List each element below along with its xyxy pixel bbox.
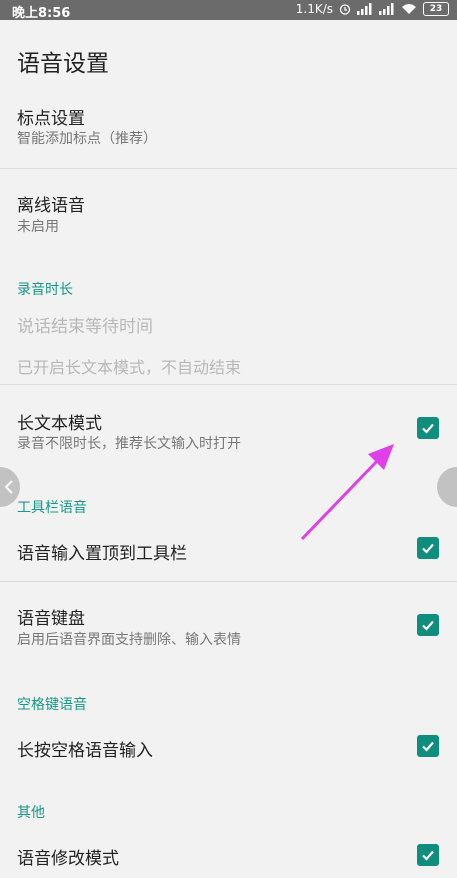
signal-icon (357, 3, 372, 15)
voice-edit-checkbox[interactable] (417, 844, 439, 866)
offline-voice-setting[interactable]: 离线语音 未启用 (0, 169, 457, 239)
status-bar: 晚上8:56 1.1K/s 23 (0, 0, 457, 21)
long-text-mode-setting[interactable]: 长文本模式 录音不限时长，推荐长文输入时打开 (0, 385, 457, 470)
offline-title: 离线语音 (17, 196, 85, 216)
check-icon (422, 543, 434, 554)
section-recording-duration: 录音时长 (17, 282, 73, 298)
check-icon (422, 620, 434, 631)
status-time: 晚上8:56 (12, 6, 71, 21)
long-text-title: 长文本模式 (17, 414, 102, 434)
signal-icon (379, 3, 394, 15)
punctuation-title: 标点设置 (17, 109, 85, 129)
page-title: 语音设置 (17, 51, 109, 77)
chevron-left-icon (4, 480, 13, 494)
wait-time-setting: 说话结束等待时间 已开启长文本模式，不自动结束 (0, 303, 457, 383)
long-text-subtitle: 录音不限时长，推荐长文输入时打开 (17, 436, 241, 452)
toolbar-top-setting[interactable]: 语音输入置顶到工具栏 (0, 523, 457, 578)
voice-keyboard-subtitle: 启用后语音界面支持删除、输入表情 (17, 632, 241, 648)
voice-keyboard-checkbox[interactable] (417, 614, 439, 636)
app-bar: 语音设置 (0, 20, 457, 98)
toolbar-top-checkbox[interactable] (417, 537, 439, 559)
section-space-voice: 空格键语音 (17, 697, 87, 713)
wait-time-subtitle: 已开启长文本模式，不自动结束 (17, 358, 242, 377)
section-other: 其他 (17, 805, 45, 821)
right-edge-handle[interactable] (437, 467, 457, 507)
alarm-icon (339, 4, 351, 15)
voice-keyboard-title: 语音键盘 (17, 609, 85, 629)
punctuation-setting[interactable]: 标点设置 智能添加标点（推荐） (0, 98, 457, 168)
wifi-icon (402, 4, 416, 14)
voice-keyboard-setting[interactable]: 语音键盘 启用后语音界面支持删除、输入表情 (0, 582, 457, 667)
space-long-press-checkbox[interactable] (417, 735, 439, 757)
check-icon (422, 850, 434, 861)
long-text-checkbox[interactable] (417, 417, 439, 439)
toolbar-top-title: 语音输入置顶到工具栏 (17, 544, 187, 564)
network-speed: 1.1K/s (295, 2, 333, 16)
voice-edit-mode-setting[interactable]: 语音修改模式 (0, 828, 457, 878)
punctuation-subtitle: 智能添加标点（推荐） (17, 131, 157, 147)
space-long-press-setting[interactable]: 长按空格语音输入 (0, 720, 457, 775)
check-icon (422, 741, 434, 752)
check-icon (422, 423, 434, 434)
left-edge-handle[interactable] (0, 467, 20, 507)
space-long-press-title: 长按空格语音输入 (17, 741, 153, 761)
status-icons: 1.1K/s 23 (296, 2, 449, 16)
wait-time-title: 说话结束等待时间 (17, 317, 153, 337)
offline-subtitle: 未启用 (17, 219, 59, 235)
section-toolbar-voice: 工具栏语音 (17, 500, 87, 516)
battery-icon: 23 (423, 2, 449, 16)
voice-edit-title: 语音修改模式 (17, 849, 119, 869)
